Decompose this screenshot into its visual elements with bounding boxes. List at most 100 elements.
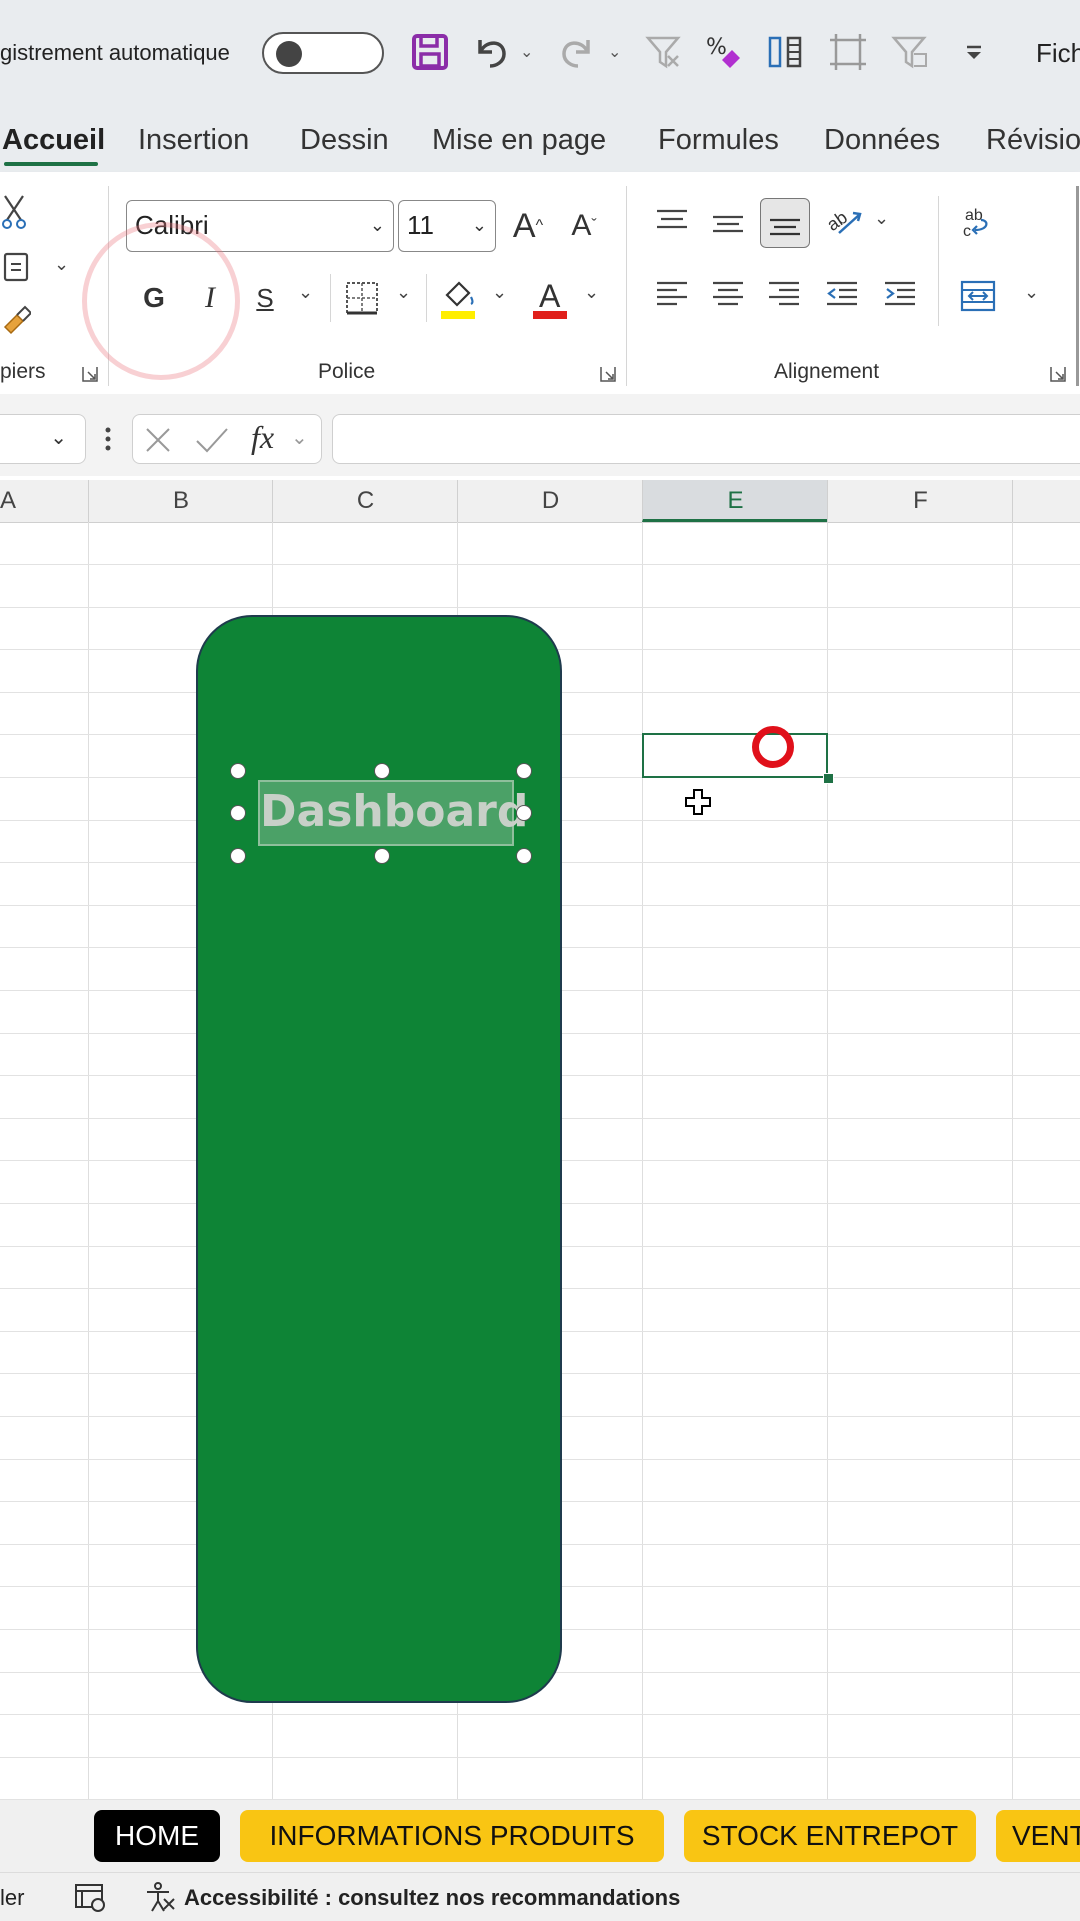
font-color-icon[interactable]: A <box>528 272 572 324</box>
customize-qat-icon[interactable] <box>952 30 996 74</box>
column-label: D <box>541 487 560 514</box>
tab-formules[interactable]: Formules <box>658 124 779 157</box>
font-color-dropdown-icon[interactable]: ⌄ <box>584 282 599 303</box>
align-center-icon[interactable] <box>708 272 748 316</box>
name-box[interactable]: ⌄ <box>0 414 86 464</box>
cut-icon[interactable] <box>0 192 28 232</box>
fill-handle[interactable] <box>823 773 834 784</box>
orientation-icon[interactable]: ab <box>822 198 866 246</box>
autosave-toggle[interactable] <box>262 32 384 74</box>
align-left-icon[interactable] <box>652 272 692 316</box>
borders-icon[interactable] <box>340 274 384 322</box>
ribbon: ⌄ piers Calibri ⌄ 11 ⌄ A ^ Aˇ G I S ⌄ ⌄ ⌄… <box>0 172 1080 395</box>
align-middle-icon[interactable] <box>708 202 748 246</box>
sheet-tab-home[interactable]: HOME <box>94 1810 220 1862</box>
column-header-c[interactable]: C <box>272 480 458 522</box>
click-highlight-ring <box>82 222 240 380</box>
increase-indent-icon[interactable] <box>880 272 920 316</box>
font-group-label: Police <box>318 360 376 383</box>
resize-handle-bottom-left[interactable] <box>230 848 246 864</box>
filter-icon[interactable] <box>888 30 932 74</box>
tab-revision[interactable]: Révisio <box>986 124 1080 157</box>
column-label: B <box>172 487 189 514</box>
grid-line <box>88 522 89 1800</box>
column-header-g[interactable] <box>1012 480 1080 522</box>
underline-button[interactable]: S <box>248 274 282 322</box>
merge-center-icon[interactable] <box>956 272 1000 320</box>
decrease-font-icon[interactable]: Aˇ <box>562 202 606 250</box>
svg-text:%: % <box>706 35 727 60</box>
selected-cell[interactable] <box>642 733 828 778</box>
font-size-combo[interactable]: 11 ⌄ <box>398 200 496 252</box>
column-header-a[interactable]: A <box>0 480 88 522</box>
align-top-icon[interactable] <box>652 200 692 244</box>
format-painter-icon[interactable] <box>0 300 32 340</box>
workbook-stats-icon[interactable] <box>74 1883 108 1918</box>
svg-text:ab: ab <box>965 207 983 224</box>
font-name-dropdown-icon[interactable]: ⌄ <box>370 201 385 249</box>
function-dropdown-icon[interactable]: ⌄ <box>291 425 308 450</box>
sheet-tab-informations-produits[interactable]: INFORMATIONS PRODUITS <box>240 1810 664 1862</box>
alignment-launcher-icon[interactable] <box>1050 366 1066 382</box>
font-launcher-icon[interactable] <box>600 366 616 382</box>
tab-insertion[interactable]: Insertion <box>138 124 249 157</box>
active-tab-indicator <box>4 162 98 166</box>
copy-icon[interactable] <box>0 246 34 286</box>
column-headers: A B C D E F <box>0 480 1080 523</box>
more-options-icon[interactable] <box>104 424 112 454</box>
wrap-text-icon[interactable]: ab c <box>956 200 1000 248</box>
resize-handle-bottom[interactable] <box>374 848 390 864</box>
resize-handle-left[interactable] <box>230 805 246 821</box>
align-bottom-icon[interactable] <box>760 198 810 248</box>
accessibility-icon[interactable] <box>144 1881 176 1918</box>
column-header-b[interactable]: B <box>88 480 273 522</box>
formula-input[interactable] <box>332 414 1080 464</box>
tab-donnees[interactable]: Données <box>824 124 940 157</box>
column-header-e[interactable]: E <box>642 480 828 522</box>
redo-icon[interactable] <box>556 30 600 74</box>
resize-handle-bottom-right[interactable] <box>516 848 532 864</box>
accessibility-status[interactable]: Accessibilité : consultez nos recommanda… <box>184 1885 680 1911</box>
tab-accueil[interactable]: Accueil <box>2 124 105 157</box>
file-menu[interactable]: Fich <box>1036 38 1080 69</box>
orientation-dropdown-icon[interactable]: ⌄ <box>874 208 889 229</box>
formula-bar-area: ⌄ fx ⌄ <box>0 394 1080 476</box>
decrease-indent-icon[interactable] <box>822 272 862 316</box>
undo-icon[interactable] <box>468 30 512 74</box>
grid-line <box>827 522 828 1800</box>
column-header-d[interactable]: D <box>457 480 643 522</box>
enter-icon[interactable] <box>193 425 229 460</box>
sheet-tab-ventes[interactable]: VENT <box>996 1810 1080 1862</box>
clipboard-launcher-icon[interactable] <box>82 366 98 382</box>
borders-dropdown-icon[interactable]: ⌄ <box>396 282 411 303</box>
text-to-columns-icon[interactable] <box>764 30 808 74</box>
sheet-tab-stock-entrepot[interactable]: STOCK ENTREPOT <box>684 1810 976 1862</box>
fill-color-dropdown-icon[interactable]: ⌄ <box>492 282 507 303</box>
dashboard-textbox[interactable]: Dashboard <box>258 780 528 846</box>
fill-color-swatch <box>441 311 475 319</box>
merge-dropdown-icon[interactable]: ⌄ <box>1024 282 1039 303</box>
tab-mise-en-page[interactable]: Mise en page <box>432 124 606 157</box>
copy-dropdown-icon[interactable]: ⌄ <box>54 254 69 275</box>
increase-font-icon[interactable]: A ^ <box>506 202 550 250</box>
align-right-icon[interactable] <box>764 272 804 316</box>
undo-dropdown-icon[interactable]: ⌄ <box>520 42 533 62</box>
resize-handle-top[interactable] <box>374 763 390 779</box>
column-header-f[interactable]: F <box>827 480 1013 522</box>
fill-color-icon[interactable] <box>436 272 480 324</box>
name-box-dropdown-icon[interactable]: ⌄ <box>50 425 67 450</box>
tab-dessin[interactable]: Dessin <box>300 124 389 157</box>
insert-function-icon[interactable]: fx <box>251 419 274 456</box>
select-objects-icon[interactable] <box>826 30 870 74</box>
save-icon[interactable] <box>408 30 452 74</box>
column-label: C <box>356 487 375 514</box>
percent-format-icon[interactable]: % <box>702 30 746 74</box>
redo-dropdown-icon[interactable]: ⌄ <box>608 42 621 62</box>
clear-filter-icon[interactable] <box>642 30 686 74</box>
underline-dropdown-icon[interactable]: ⌄ <box>298 282 313 303</box>
font-size-dropdown-icon[interactable]: ⌄ <box>472 201 487 249</box>
resize-handle-right[interactable] <box>516 805 532 821</box>
resize-handle-top-right[interactable] <box>516 763 532 779</box>
resize-handle-top-left[interactable] <box>230 763 246 779</box>
cancel-icon[interactable] <box>143 425 173 460</box>
